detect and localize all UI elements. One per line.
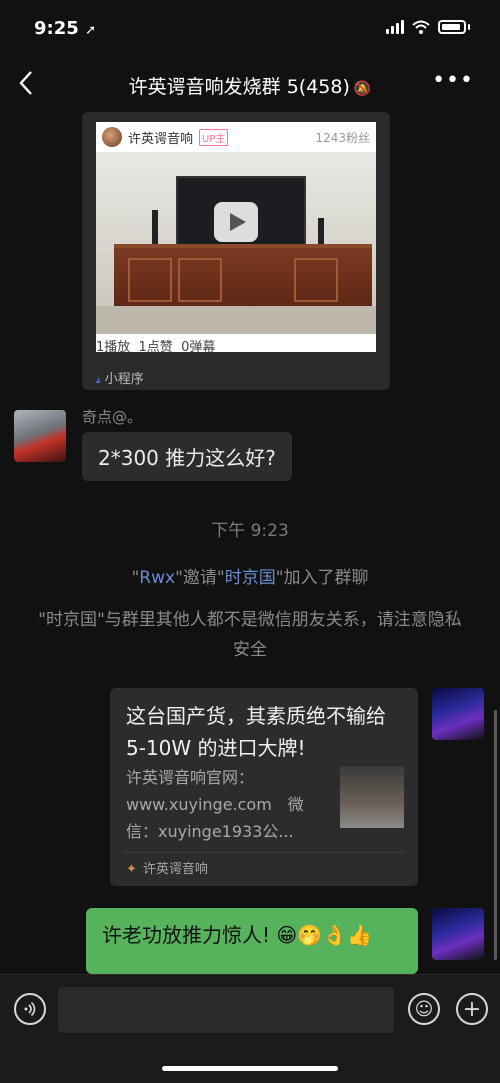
my-avatar[interactable] bbox=[432, 688, 484, 740]
system-message-privacy: "时京国"与群里其他人都不是微信朋友关系，请注意隐私安全 bbox=[38, 610, 462, 660]
battery-cap bbox=[468, 24, 470, 30]
status-icons bbox=[386, 20, 470, 34]
voice-button[interactable] bbox=[14, 993, 46, 1025]
mini-program-icon: 𝓈 bbox=[96, 372, 101, 387]
message-text: 许老功放推力惊人! 😁🤭👌👍 bbox=[102, 923, 372, 947]
fans-count: 1243粉丝 bbox=[315, 130, 370, 145]
source-icon: ✦ bbox=[126, 862, 137, 877]
sender-name: 奇点@。 bbox=[82, 408, 143, 426]
chat-title: 许英谔音响发烧群 5(458) 🔕 bbox=[128, 76, 372, 98]
uploader-avatar bbox=[102, 127, 122, 147]
voice-icon bbox=[24, 1001, 36, 1017]
message-bubble[interactable]: 2*300 推力这么好? bbox=[82, 432, 292, 481]
my-avatar[interactable] bbox=[432, 908, 484, 960]
uploader-name: 许英谔音响 bbox=[128, 131, 194, 147]
home-indicator[interactable] bbox=[162, 1066, 338, 1071]
battery-icon bbox=[438, 20, 466, 34]
mute-icon: 🔕 bbox=[353, 81, 372, 97]
mini-program-label: 𝓈 小程序 bbox=[96, 372, 144, 387]
up-badge: UP主 bbox=[199, 128, 229, 146]
divider bbox=[124, 852, 404, 853]
plus-icon: + bbox=[462, 996, 482, 1022]
sender-avatar[interactable] bbox=[14, 410, 66, 462]
play-icon[interactable] bbox=[214, 202, 258, 242]
message-input[interactable] bbox=[58, 987, 394, 1033]
link-card-thumbnail bbox=[340, 766, 404, 828]
wifi-icon bbox=[412, 20, 430, 34]
more-icon: ••• bbox=[432, 68, 474, 93]
system-message-invite: "Rwx"邀请"时京国"加入了群聊 bbox=[131, 568, 369, 588]
link-card-source: ✦ 许英谔音响 bbox=[126, 862, 208, 877]
message-bubble-own[interactable]: 许老功放推力惊人! 😁🤭👌👍 bbox=[86, 908, 418, 974]
video-preview[interactable]: 许英谔音响 UP主 1243粉丝 1播放 1点赞 0弹幕 bbox=[96, 122, 376, 355]
emoji-icon: ☺ bbox=[414, 998, 434, 1020]
message-timestamp: 下午 9:23 bbox=[211, 521, 289, 541]
invitee-link[interactable]: 时京国 bbox=[225, 568, 276, 588]
video-header: 许英谔音响 UP主 1243粉丝 bbox=[96, 122, 376, 152]
mini-program-card[interactable]: 许英谔音响 UP主 1243粉丝 1播放 1点赞 0弹幕 𝓈 小程序 bbox=[82, 112, 390, 390]
plus-button[interactable]: + bbox=[456, 993, 488, 1025]
more-button[interactable]: ••• bbox=[432, 68, 474, 93]
inviter-link[interactable]: Rwx bbox=[139, 568, 175, 588]
emoji-button[interactable]: ☺ bbox=[408, 993, 440, 1025]
link-card[interactable]: 这台国产货，其素质绝不输给 5-10W 的进口大牌! 许英谔音响官网：www.x… bbox=[110, 688, 418, 886]
location-icon: ➚ bbox=[85, 23, 96, 38]
video-stats: 1播放 1点赞 0弹幕 bbox=[96, 340, 216, 355]
scrollbar[interactable] bbox=[494, 710, 497, 960]
video-thumbnail bbox=[96, 152, 376, 334]
signal-icon bbox=[386, 20, 404, 34]
cabinet-image bbox=[114, 244, 372, 310]
status-time: 9:25 ➚ bbox=[34, 18, 96, 39]
link-card-description: 许英谔音响官网：www.xuyinge.com 微信：xuyinge1933公.… bbox=[126, 768, 304, 841]
link-card-title: 这台国产货，其素质绝不输给 5-10W 的进口大牌! bbox=[126, 704, 386, 760]
speaker-image bbox=[152, 210, 158, 244]
floor-image bbox=[96, 306, 376, 334]
